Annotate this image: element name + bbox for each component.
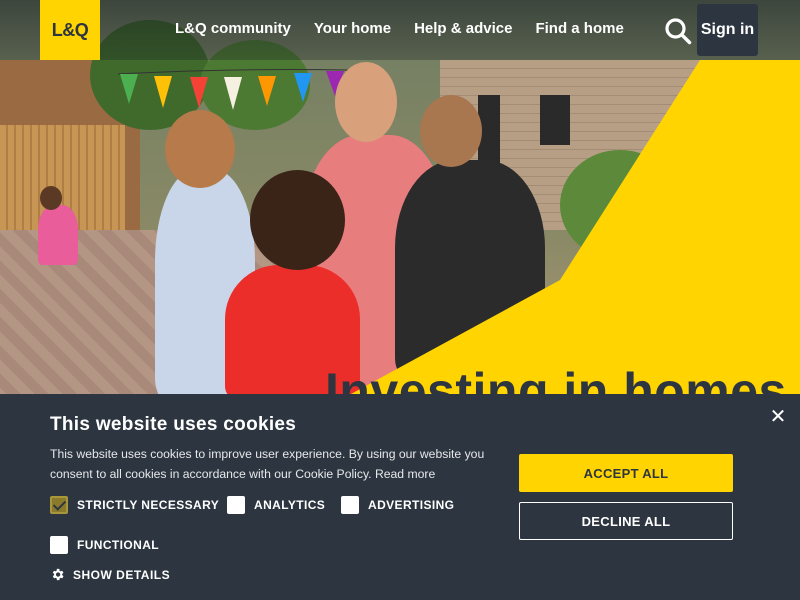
strictly-necessary-checkbox[interactable] xyxy=(50,496,68,514)
analytics-checkbox[interactable] xyxy=(227,496,245,514)
advertising-label: ADVERTISING xyxy=(368,498,455,512)
cookie-option-functional[interactable]: FUNCTIONAL xyxy=(50,536,159,554)
show-details-label: SHOW DETAILS xyxy=(73,567,171,582)
read-more-link[interactable]: Read more xyxy=(375,467,435,481)
site-header: L&Q L&Q community Your home Help & advic… xyxy=(0,0,800,60)
lq-logo[interactable]: L&Q xyxy=(40,0,100,60)
cookie-banner: This website uses cookies ✕ This website… xyxy=(0,394,800,600)
nav-lq-community[interactable]: L&Q community xyxy=(175,20,291,37)
show-details-button[interactable]: SHOW DETAILS xyxy=(50,567,170,582)
search-icon[interactable] xyxy=(664,17,692,45)
analytics-label: ANALYTICS xyxy=(254,498,326,512)
cookie-option-advertising[interactable]: ADVERTISING xyxy=(341,496,454,514)
gear-icon xyxy=(52,568,64,581)
close-icon[interactable]: ✕ xyxy=(769,407,787,427)
accept-all-button[interactable]: ACCEPT ALL xyxy=(519,454,733,492)
cookie-option-analytics[interactable]: ANALYTICS xyxy=(227,496,325,514)
advertising-checkbox[interactable] xyxy=(341,496,359,514)
decline-all-button[interactable]: DECLINE ALL xyxy=(519,502,733,540)
main-nav: L&Q community Your home Help & advice Fi… xyxy=(175,20,624,37)
nav-find-a-home[interactable]: Find a home xyxy=(535,20,623,37)
cookie-banner-title: This website uses cookies xyxy=(50,414,297,435)
cookie-option-strictly-necessary[interactable]: STRICTLY NECESSARY xyxy=(50,496,219,514)
sign-in-button[interactable]: Sign in xyxy=(697,4,758,56)
functional-checkbox[interactable] xyxy=(50,536,68,554)
nav-help-advice[interactable]: Help & advice xyxy=(414,20,512,37)
strictly-necessary-label: STRICTLY NECESSARY xyxy=(77,498,220,512)
functional-label: FUNCTIONAL xyxy=(77,538,159,552)
cookie-banner-text: This website uses cookies to improve use… xyxy=(50,444,490,484)
nav-your-home[interactable]: Your home xyxy=(314,20,391,37)
